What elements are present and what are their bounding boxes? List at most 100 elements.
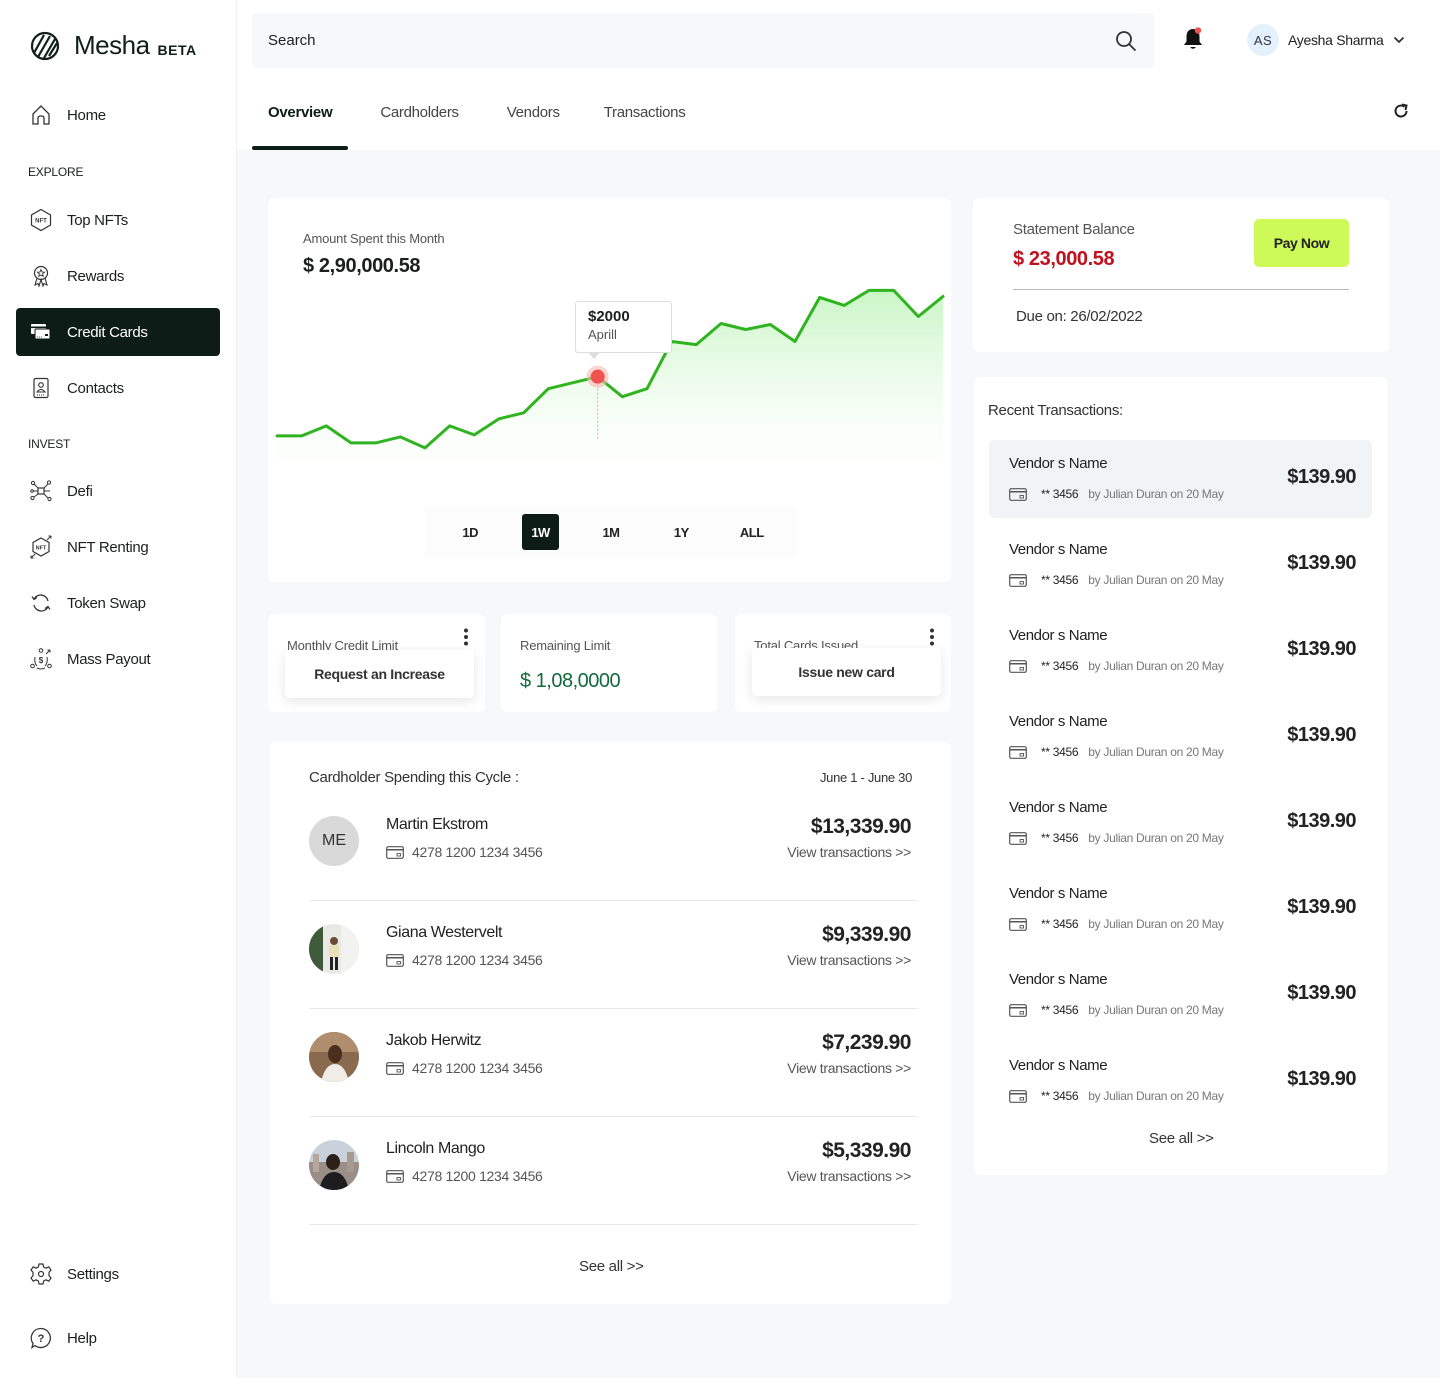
divider: [1013, 289, 1349, 290]
credit-card-icon: [1009, 487, 1027, 501]
nft-hexagon-icon: NFT: [29, 208, 53, 232]
cardholder-row: Lincoln Mango 4278 1200 1234 3456 $5,339…: [309, 1117, 918, 1225]
sidebar-item-label: Credit Cards: [67, 323, 148, 341]
sidebar-item-defi[interactable]: Defi: [16, 467, 220, 515]
sidebar-item-label: Home: [67, 106, 106, 124]
search-input[interactable]: [268, 32, 1114, 49]
cardholder-amount: $5,339.90: [822, 1139, 911, 1162]
cardholder-row: Giana Westervelt 4278 1200 1234 3456 $9,…: [309, 901, 918, 1009]
statement-label: Statement Balance: [1013, 221, 1135, 238]
cardholder-row: ME Martin Ekstrom 4278 1200 1234 3456 $1…: [309, 793, 918, 901]
search-icon[interactable]: [1114, 29, 1138, 53]
cardholder-name: Martin Ekstrom: [386, 816, 488, 833]
sidebar-item-label: Settings: [67, 1265, 119, 1283]
credit-card-icon: [1009, 1003, 1027, 1017]
sidebar-item-settings[interactable]: Settings: [16, 1250, 220, 1298]
cardholders-see-all-link[interactable]: See all >>: [579, 1258, 644, 1275]
view-transactions-link[interactable]: View transactions >>: [787, 1168, 911, 1184]
invest-section-title: INVEST: [28, 437, 71, 451]
contact-card-icon: [29, 376, 53, 400]
tab-overview[interactable]: Overview: [252, 80, 349, 150]
transaction-item[interactable]: Vendor s Name ** 3456 by Julian Duran on 2…: [989, 870, 1372, 948]
card-number: 4278 1200 1234 3456: [386, 952, 543, 968]
tab-vendors[interactable]: Vendors: [491, 80, 576, 150]
sidebar-item-help[interactable]: ? Help: [16, 1314, 220, 1362]
user-menu[interactable]: AS Ayesha Sharma: [1247, 24, 1405, 56]
view-transactions-link[interactable]: View transactions >>: [787, 1060, 911, 1076]
transaction-item[interactable]: Vendor s Name ** 3456 by Julian Duran on 2…: [989, 440, 1372, 518]
cardholder-amount: $13,339.90: [810, 815, 912, 838]
transaction-item[interactable]: Vendor s Name ** 3456 by Julian Duran on 2…: [989, 612, 1372, 690]
transaction-amount: $139.90: [1287, 552, 1356, 574]
sidebar-item-top-nfts[interactable]: NFT Top NFTs: [16, 196, 220, 244]
card-number: 4278 1200 1234 3456: [386, 1168, 543, 1184]
notifications-button[interactable]: [1182, 26, 1204, 57]
transaction-meta: ** 3456 by Julian Duran on 20 May: [1009, 831, 1224, 845]
transaction-amount: $139.90: [1287, 810, 1356, 832]
masked-card-number: ** 3456: [1041, 487, 1079, 501]
sidebar-item-credit-cards[interactable]: Credit Cards: [16, 308, 220, 356]
transaction-meta: ** 3456 by Julian Duran on 20 May: [1009, 745, 1224, 759]
view-transactions-link[interactable]: View transactions >>: [787, 952, 911, 968]
credit-card-icon: [386, 953, 404, 967]
sidebar-item-contacts[interactable]: Contacts: [16, 364, 220, 412]
sidebar-item-label: Contacts: [67, 379, 124, 397]
transaction-item[interactable]: Vendor s Name ** 3456 by Julian Duran on 2…: [989, 784, 1372, 862]
total-cards-issued-card: Total Cards Issued Issue new card: [735, 614, 951, 712]
masked-card-number: ** 3456: [1041, 573, 1079, 587]
range-1w-button[interactable]: 1W: [522, 514, 560, 550]
kebab-menu-icon: [930, 628, 934, 646]
help-question-icon: ?: [29, 1326, 53, 1350]
tab-cardholders[interactable]: Cardholders: [364, 80, 474, 150]
brand-name: Mesha: [74, 30, 150, 60]
nft-renting-icon: NFT: [29, 535, 53, 559]
transaction-by: by Julian Duran on 20 May: [1088, 1089, 1224, 1103]
range-1m-button[interactable]: 1M: [592, 514, 629, 550]
pay-now-button[interactable]: Pay Now: [1254, 219, 1349, 267]
highlight-point[interactable]: [590, 369, 605, 384]
sidebar-item-home[interactable]: Home: [16, 91, 220, 139]
card-number-text: 4278 1200 1234 3456: [412, 952, 543, 968]
card-number-text: 4278 1200 1234 3456: [412, 1168, 543, 1184]
transaction-item[interactable]: Vendor s Name ** 3456 by Julian Duran on 2…: [989, 698, 1372, 776]
range-1y-button[interactable]: 1Y: [663, 514, 700, 550]
sidebar-item-nft-renting[interactable]: NFT NFT Renting: [16, 523, 220, 571]
transactions-see-all-link[interactable]: See all >>: [1149, 1130, 1214, 1147]
transaction-by: by Julian Duran on 20 May: [1088, 659, 1224, 673]
sidebar-item-rewards[interactable]: Rewards: [16, 252, 220, 300]
view-transactions-link[interactable]: View transactions >>: [787, 844, 911, 860]
range-1d-button[interactable]: 1D: [452, 514, 489, 550]
transaction-item[interactable]: Vendor s Name ** 3456 by Julian Duran on 2…: [989, 956, 1372, 1034]
cardholder-row: Jakob Herwitz 4278 1200 1234 3456 $7,239…: [309, 1009, 918, 1117]
transaction-item[interactable]: Vendor s Name ** 3456 by Julian Duran on 2…: [989, 526, 1372, 604]
time-range-selector: 1D 1W 1M 1Y ALL: [425, 507, 797, 557]
sidebar-item-token-swap[interactable]: Token Swap: [16, 579, 220, 627]
stat-label: Remaining Limit: [520, 638, 611, 653]
issue-new-card-button[interactable]: Issue new card: [752, 648, 941, 696]
credit-card-icon: [1009, 831, 1027, 845]
transaction-by: by Julian Duran on 20 May: [1088, 1003, 1224, 1017]
request-increase-button[interactable]: Request an Increase: [285, 650, 474, 698]
cardholder-spending-card: Cardholder Spending this Cycle : June 1 …: [270, 742, 951, 1304]
user-avatar: AS: [1247, 24, 1279, 56]
transaction-item[interactable]: Vendor s Name ** 3456 by Julian Duran on 2…: [989, 1042, 1372, 1120]
sidebar-item-label: Defi: [67, 482, 93, 500]
svg-text:$: $: [39, 656, 44, 665]
search-bar[interactable]: [252, 13, 1154, 68]
masked-card-number: ** 3456: [1041, 917, 1079, 931]
brand-logo[interactable]: Mesha BETA: [30, 30, 197, 61]
sidebar: Mesha BETA Home EXPLORE NFT Top NFTs Rew…: [0, 0, 237, 1378]
sidebar-item-mass-payout[interactable]: $ Mass Payout: [16, 635, 220, 683]
cardholder-name: Lincoln Mango: [386, 1140, 485, 1157]
range-all-button[interactable]: ALL: [733, 514, 770, 550]
transaction-by: by Julian Duran on 20 May: [1088, 917, 1224, 931]
more-options-button[interactable]: [463, 628, 469, 651]
transaction-by: by Julian Duran on 20 May: [1088, 487, 1224, 501]
vendor-name: Vendor s Name: [1009, 885, 1108, 902]
bell-icon: [1184, 27, 1202, 49]
tab-transactions[interactable]: Transactions: [588, 80, 702, 150]
vendor-name: Vendor s Name: [1009, 1057, 1108, 1074]
refresh-button[interactable]: [1392, 102, 1410, 125]
swap-cycle-icon: [29, 591, 53, 615]
credit-card-icon: [1009, 745, 1027, 759]
